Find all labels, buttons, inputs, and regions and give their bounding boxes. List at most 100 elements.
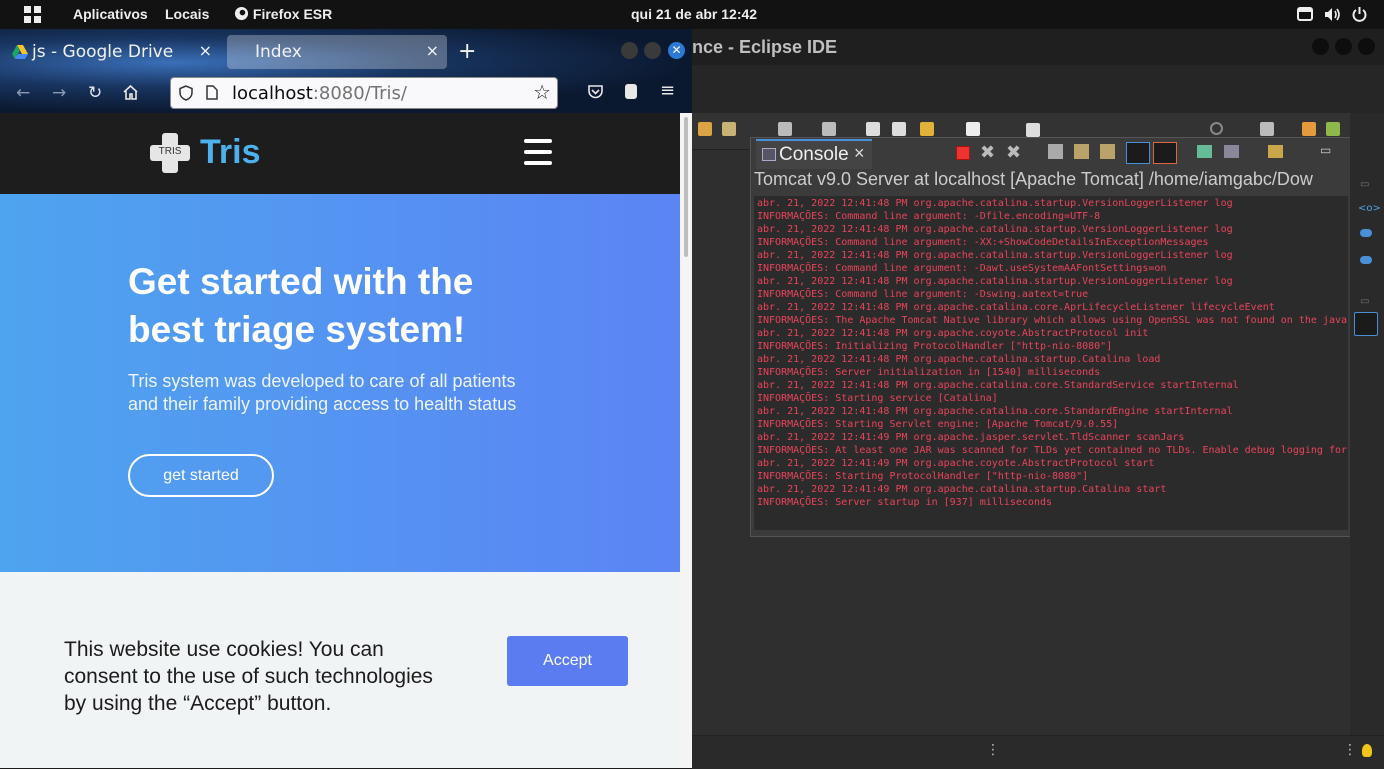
- open-type-icon[interactable]: [778, 122, 792, 136]
- status-more-icon-2[interactable]: ⋮: [1343, 742, 1357, 758]
- eclipse-menubar: [692, 65, 1384, 113]
- get-started-button[interactable]: get started: [128, 454, 274, 497]
- console-log-line: abr. 21, 2022 12:41:48 PM org.apache.cat…: [757, 302, 1275, 313]
- debug-view-icon[interactable]: [1360, 256, 1372, 264]
- close-tab-icon[interactable]: ×: [199, 41, 212, 60]
- close-button[interactable]: [1358, 38, 1375, 55]
- back-arrow-icon[interactable]: [920, 122, 934, 136]
- brush-icon[interactable]: [722, 122, 736, 136]
- perspective-icon[interactable]: [1260, 122, 1274, 136]
- search-icon[interactable]: [1210, 122, 1223, 135]
- power-icon[interactable]: [1352, 6, 1367, 22]
- status-bar: ⋮ ⋮: [692, 735, 1384, 769]
- tracking-protection-icon[interactable]: [179, 85, 193, 101]
- open-folder-icon[interactable]: [698, 122, 712, 136]
- brand-name[interactable]: Tris: [200, 133, 260, 172]
- tab-console[interactable]: Console ×: [756, 139, 872, 169]
- active-app-name: Firefox ESR: [252, 6, 333, 22]
- console-log-line: abr. 21, 2022 12:41:48 PM org.apache.coy…: [757, 328, 1149, 339]
- maximize-button[interactable]: [644, 42, 661, 59]
- close-button[interactable]: ✕: [668, 42, 685, 59]
- console-log-line: abr. 21, 2022 12:41:48 PM org.apache.cat…: [757, 224, 1233, 235]
- close-console-icon[interactable]: ×: [854, 143, 865, 164]
- display-console-icon[interactable]: [1224, 145, 1239, 158]
- show-on-stdout-icon[interactable]: [1126, 142, 1150, 164]
- url-path: :8080/Tris/: [312, 83, 407, 104]
- tab-google-drive[interactable]: js - Google Drive ×: [4, 35, 220, 69]
- right-trim-stack: ▭ <o> ▭: [1350, 113, 1384, 768]
- remove-all-launches-icon[interactable]: ✖: [1006, 142, 1021, 163]
- reload-icon[interactable]: ↻: [88, 83, 102, 103]
- restore-icon-2[interactable]: ▭: [1360, 296, 1369, 307]
- volume-icon[interactable]: [1324, 7, 1341, 22]
- remove-launch-icon[interactable]: ✖: [980, 142, 995, 163]
- url-bar[interactable]: localhost:8080/Tris/ ☆: [170, 77, 558, 109]
- java-perspective-icon[interactable]: [1326, 122, 1340, 136]
- app-menu-icon[interactable]: ≡: [660, 80, 675, 101]
- show-on-stderr-icon[interactable]: [1153, 142, 1177, 164]
- console-icon: [762, 148, 776, 161]
- scroll-lock-icon[interactable]: [1074, 144, 1089, 159]
- java-ee-perspective-icon[interactable]: [1302, 122, 1316, 136]
- places-menu[interactable]: Locais: [165, 6, 209, 22]
- console-log-line: INFORMAÇÕES: Starting ProtocolHandler ["…: [757, 471, 1089, 482]
- word-wrap-icon[interactable]: [1100, 144, 1115, 159]
- prev-annotation-icon[interactable]: [866, 122, 880, 136]
- activities-menu[interactable]: Aplicativos: [73, 6, 148, 22]
- bookmark-star-icon[interactable]: ☆: [533, 80, 551, 104]
- console-output[interactable]: abr. 21, 2022 12:41:48 PM org.apache.cat…: [754, 196, 1348, 530]
- scroll-thumb[interactable]: [684, 117, 688, 257]
- eclipse-window: nce - Eclipse IDE Console × ✖ ✖ ▭ Tomcat: [692, 29, 1384, 769]
- clear-console-icon[interactable]: [1048, 144, 1063, 159]
- next-annotation-icon[interactable]: [892, 122, 906, 136]
- back-icon[interactable]: ←: [16, 83, 30, 103]
- terminate-icon[interactable]: [956, 146, 970, 160]
- firefox-app-menu[interactable]: Firefox ESR: [234, 6, 332, 22]
- lightbulb-icon[interactable]: [1362, 744, 1372, 757]
- accept-cookies-button[interactable]: Accept: [507, 636, 628, 686]
- maximize-button[interactable]: [1335, 38, 1352, 55]
- restore-icon[interactable]: ▭: [1360, 179, 1369, 190]
- pin-console-icon[interactable]: [1197, 145, 1212, 158]
- console-log-line: abr. 21, 2022 12:41:48 PM org.apache.cat…: [757, 250, 1233, 261]
- outline-icon[interactable]: <o>: [1358, 203, 1381, 214]
- clock[interactable]: qui 21 de abr 12:42: [631, 6, 757, 22]
- console-log-line: INFORMAÇÕES: Command line argument: -Dfi…: [757, 211, 1101, 222]
- open-console-icon[interactable]: [1268, 145, 1283, 158]
- close-tab-icon[interactable]: ×: [426, 41, 439, 60]
- open-resource-icon[interactable]: [822, 122, 836, 136]
- status-more-icon[interactable]: ⋮: [986, 742, 1000, 758]
- forward-arrow-icon[interactable]: [966, 122, 980, 136]
- screen-icon[interactable]: [1297, 7, 1313, 21]
- pocket-icon[interactable]: [587, 85, 604, 100]
- window-title: nce - Eclipse IDE: [692, 37, 838, 57]
- console-log-line: abr. 21, 2022 12:41:48 PM org.apache.cat…: [757, 198, 1233, 209]
- pin-editor-icon[interactable]: [1026, 123, 1040, 137]
- minimize-button[interactable]: [1312, 38, 1329, 55]
- servers-icon[interactable]: [1360, 229, 1372, 237]
- console-log-line: abr. 21, 2022 12:41:49 PM org.apache.coy…: [757, 458, 1155, 469]
- console-log-line: INFORMAÇÕES: Command line argument: -Dsw…: [757, 289, 1089, 300]
- hero-title: Get started with the best triage system!: [128, 261, 474, 350]
- new-tab-button[interactable]: +: [458, 39, 476, 64]
- tab-index[interactable]: Index ×: [227, 35, 447, 69]
- page-info-icon[interactable]: [206, 85, 218, 100]
- tab-label: Index: [255, 42, 302, 62]
- url-text: localhost:8080/Tris/: [232, 83, 407, 104]
- home-icon[interactable]: [122, 84, 139, 100]
- page-scrollbar[interactable]: [680, 113, 692, 768]
- minimize-view-icon[interactable]: ▭: [1320, 143, 1331, 157]
- console-log-line: INFORMAÇÕES: Server initialization in [1…: [757, 367, 1101, 378]
- console-log-line: INFORMAÇÕES: Command line argument: -Daw…: [757, 263, 1167, 274]
- minimize-button[interactable]: [621, 42, 638, 59]
- console-trim-icon[interactable]: [1354, 312, 1378, 336]
- hamburger-menu-icon[interactable]: [524, 139, 552, 165]
- forward-icon[interactable]: →: [52, 83, 66, 103]
- app-grid-icon[interactable]: [24, 6, 41, 23]
- tris-logo-icon[interactable]: TRIS: [150, 133, 190, 173]
- system-top-bar: Aplicativos Locais Firefox ESR qui 21 de…: [0, 0, 1384, 29]
- console-log-line: abr. 21, 2022 12:41:48 PM org.apache.cat…: [757, 380, 1239, 391]
- extension-icon[interactable]: [625, 84, 637, 99]
- console-process-label: Tomcat v9.0 Server at localhost [Apache …: [754, 169, 1313, 189]
- web-page: TRIS Tris Get started with the best tria…: [0, 113, 680, 768]
